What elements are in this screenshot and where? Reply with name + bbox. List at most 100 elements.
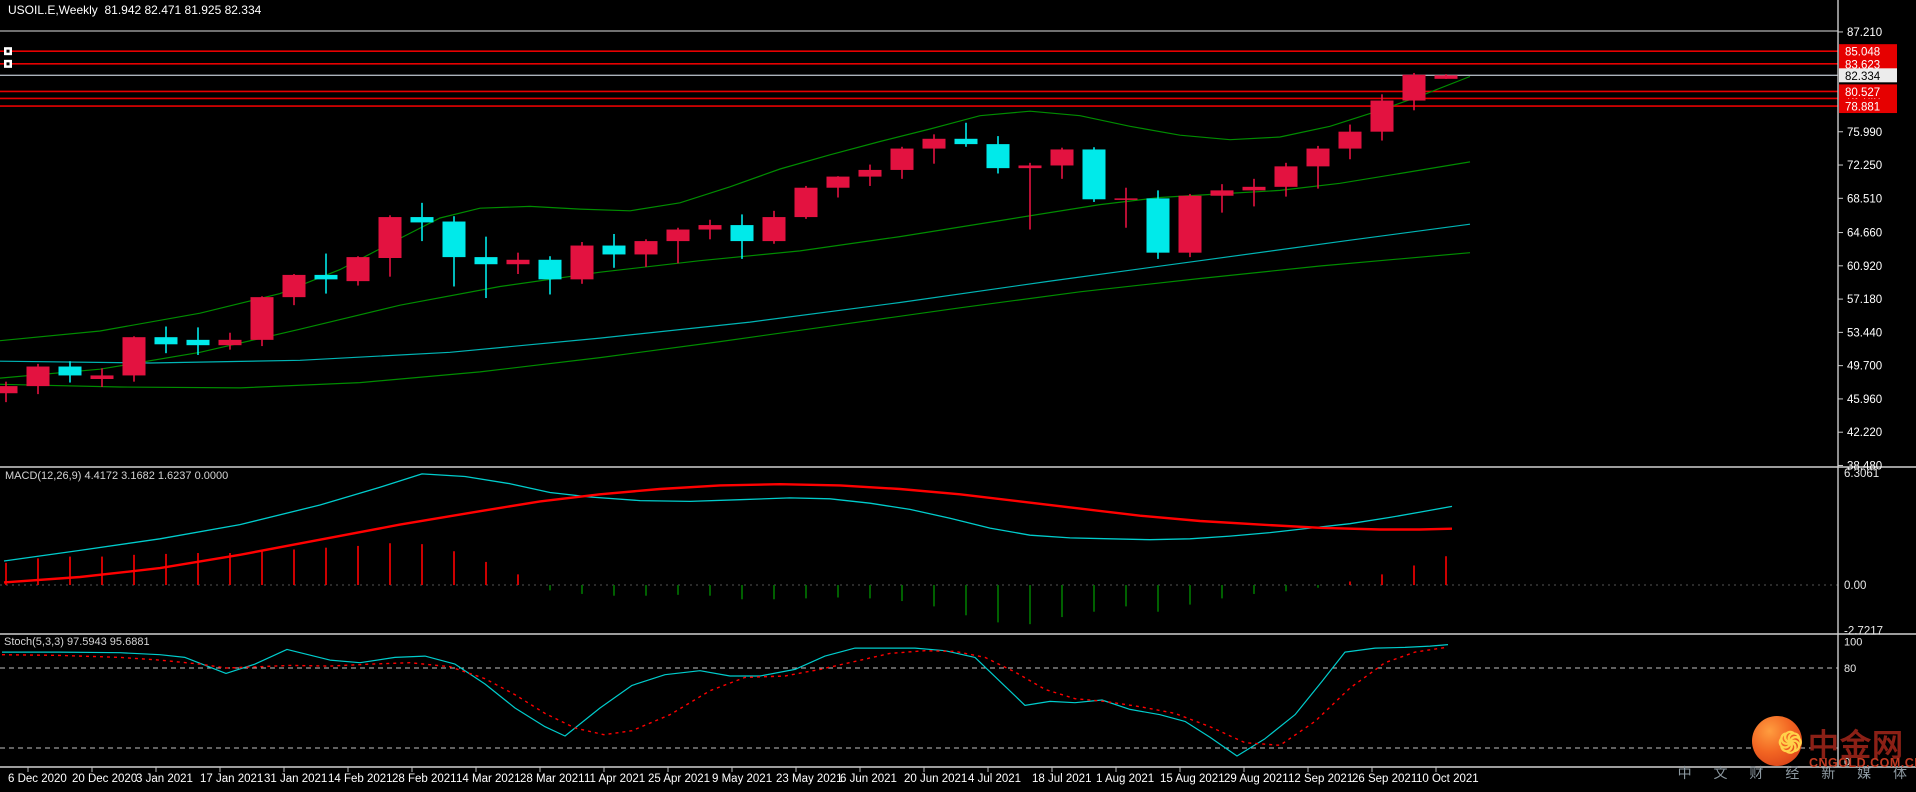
- candle-bear[interactable]: [1146, 198, 1170, 253]
- price-badge-label: 78.881: [1845, 102, 1880, 114]
- candle-bull[interactable]: [1402, 74, 1426, 101]
- candle-bull[interactable]: [90, 375, 114, 379]
- candle-bull[interactable]: [1050, 149, 1074, 166]
- candle-bull[interactable]: [1434, 75, 1458, 79]
- candle-bear[interactable]: [986, 144, 1010, 169]
- date-axis-label: 12 Sep 2021: [1288, 773, 1353, 785]
- candle-bull[interactable]: [378, 217, 402, 258]
- candle-bull[interactable]: [506, 259, 530, 265]
- candle-bull[interactable]: [890, 148, 914, 170]
- date-axis-label: 14 Mar 2021: [456, 773, 521, 785]
- candle-bull[interactable]: [1242, 186, 1266, 191]
- stoch-axis-label: 100: [1844, 636, 1862, 648]
- candle-bear[interactable]: [602, 245, 626, 255]
- chart-canvas[interactable]: 87.210 75.990 72.250 68.510 64.660 60.920 57.1…: [0, 0, 1916, 792]
- macd-main-line: [3, 473, 1453, 562]
- candle-bear[interactable]: [442, 221, 466, 258]
- candle-bull[interactable]: [1370, 100, 1394, 132]
- candle-bull[interactable]: [1178, 195, 1202, 253]
- macd-signal-line: [3, 483, 1453, 584]
- chart-title: USOIL.E,Weekly 81.942 82.471 81.925 82.3…: [8, 3, 262, 17]
- candle-bear[interactable]: [186, 339, 210, 346]
- cngold-watermark: ֍ 中金网 CNGOLD.COM.CN 中 文 财 经 新 媒 体: [1678, 712, 1916, 788]
- candle-bull[interactable]: [794, 187, 818, 218]
- date-axis-label: 23 May 2021: [776, 773, 843, 785]
- date-axis-label: 20 Jun 2021: [904, 773, 967, 785]
- candle-bear[interactable]: [538, 259, 562, 280]
- date-axis-label: 25 Apr 2021: [648, 773, 710, 785]
- price-axis-label: 68.510: [1847, 193, 1882, 205]
- candle-bull[interactable]: [922, 138, 946, 149]
- date-axis-label: 26 Sep 2021: [1352, 773, 1417, 785]
- candle-bull[interactable]: [1210, 190, 1234, 196]
- candle-bull[interactable]: [826, 176, 850, 188]
- date-axis-label: 10 Oct 2021: [1416, 773, 1479, 785]
- candle-bear[interactable]: [474, 257, 498, 265]
- date-axis-label: 6 Dec 2020: [8, 773, 67, 785]
- price-axis-label: 57.180: [1847, 294, 1882, 306]
- candle-bull[interactable]: [698, 225, 722, 230]
- candle-bull[interactable]: [218, 339, 242, 346]
- price-axis-label: 53.440: [1847, 327, 1882, 339]
- logo-swirl-glyph: ֍: [1778, 727, 1803, 760]
- candle-bull[interactable]: [858, 169, 882, 177]
- fast-ma-line: [0, 161, 1471, 379]
- trendline-handle-center: [6, 49, 10, 53]
- date-axis-label: 4 Jul 2021: [968, 773, 1021, 785]
- candle-bull[interactable]: [1274, 166, 1298, 187]
- candle-bull[interactable]: [346, 257, 370, 282]
- price-axis-label: 72.250: [1847, 160, 1882, 172]
- date-axis-label: 15 Aug 2021: [1160, 773, 1225, 785]
- stoch-axis-label: 80: [1844, 663, 1856, 675]
- price-axis-label: 75.990: [1847, 127, 1882, 139]
- stoch-d-line: [1, 646, 1449, 746]
- date-axis-label: 29 Aug 2021: [1224, 773, 1289, 785]
- candle-bull[interactable]: [1306, 148, 1330, 167]
- price-axis-label: 87.210: [1847, 27, 1882, 39]
- candle-bear[interactable]: [954, 138, 978, 145]
- candle-bull[interactable]: [0, 386, 18, 394]
- candle-bull[interactable]: [1018, 165, 1042, 169]
- date-axis-label: 6 Jun 2021: [840, 773, 897, 785]
- candle-bull[interactable]: [250, 297, 274, 340]
- candle-bull[interactable]: [1114, 198, 1138, 200]
- candle-bull[interactable]: [666, 229, 690, 242]
- stoch-indicator-label: Stoch(5,3,3) 97.5943 95.6881: [4, 636, 150, 648]
- candle-bull[interactable]: [762, 217, 786, 242]
- candle-bear[interactable]: [154, 337, 178, 345]
- date-axis-label: 18 Jul 2021: [1032, 773, 1091, 785]
- date-axis-label: 17 Jan 2021: [200, 773, 263, 785]
- macd-indicator-label: MACD(12,26,9) 4.4172 3.1682 1.6237 0.000…: [5, 470, 229, 482]
- date-axis-label: 20 Dec 2020: [72, 773, 137, 785]
- upper-band-line: [0, 75, 1471, 342]
- candle-bear[interactable]: [730, 225, 754, 242]
- date-axis-label: 3 Jan 2021: [136, 773, 193, 785]
- candle-bull[interactable]: [122, 337, 146, 376]
- trading-terminal-chart: 87.210 75.990 72.250 68.510 64.660 60.920 57.1…: [0, 0, 1916, 792]
- price-axis-label: 45.960: [1847, 394, 1882, 406]
- date-axis-label: 28 Mar 2021: [520, 773, 585, 785]
- candle-bear[interactable]: [314, 274, 338, 280]
- date-axis-label: 11 Apr 2021: [584, 773, 645, 785]
- candle-bear[interactable]: [1082, 149, 1106, 200]
- macd-axis-label: 6.3061: [1844, 468, 1879, 480]
- candle-bull[interactable]: [26, 366, 50, 387]
- candle-bull[interactable]: [282, 274, 306, 298]
- cngold-logo-icon: ֍: [1752, 716, 1803, 766]
- candle-bull[interactable]: [1338, 131, 1362, 149]
- price-axis-label: 60.920: [1847, 261, 1882, 273]
- slow-ma-green-line: [0, 252, 1471, 389]
- price-axis-label: 49.700: [1847, 361, 1882, 373]
- candle-bear[interactable]: [410, 217, 434, 223]
- candle-bull[interactable]: [570, 245, 594, 280]
- date-axis-label: 31 Jan 2021: [264, 773, 327, 785]
- macd-axis-label: 0.00: [1844, 580, 1866, 592]
- candle-bull[interactable]: [634, 241, 658, 255]
- date-axis-label: 1 Aug 2021: [1096, 773, 1154, 785]
- candle-bear[interactable]: [58, 366, 82, 376]
- watermark-tagline: 中 文 财 经 新 媒 体: [1677, 765, 1916, 781]
- date-axis-label: 14 Feb 2021: [328, 773, 393, 785]
- stoch-k-line: [2, 644, 1449, 757]
- price-badge-label: 82.334: [1845, 71, 1881, 83]
- date-axis-label: 9 May 2021: [712, 773, 772, 785]
